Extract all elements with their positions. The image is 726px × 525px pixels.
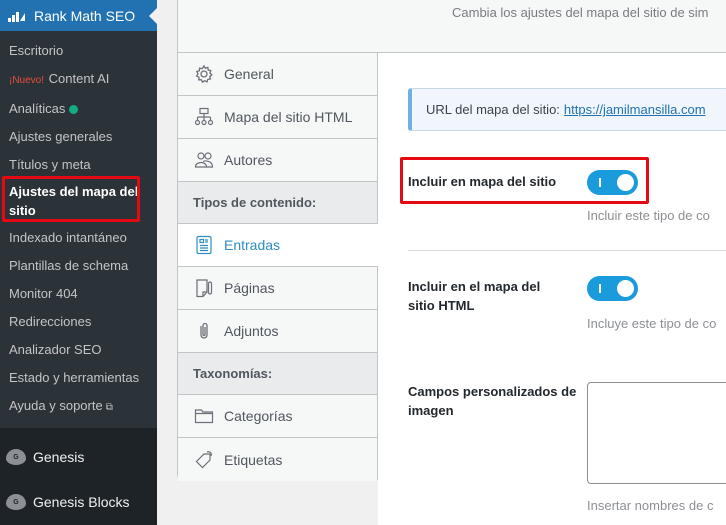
tab-label: Autores <box>224 152 273 168</box>
submenu-label: Redirecciones <box>9 314 92 329</box>
genesis-icon: G <box>6 494 26 510</box>
submenu-item-analiticas[interactable]: Analíticas <box>0 95 157 123</box>
tag-icon <box>194 450 214 470</box>
sitemap-icon <box>194 107 214 127</box>
users-icon <box>194 150 214 170</box>
paperclip-icon <box>194 321 214 341</box>
menu-item-label: Genesis <box>33 449 85 465</box>
settings-tabs: General Mapa del sitio HTML Autores Tipo… <box>177 53 378 481</box>
submenu-item-schema[interactable]: Plantillas de schema <box>0 252 157 280</box>
submenu-item-escritorio[interactable]: Escritorio <box>0 37 157 65</box>
submenu-item-analizador-seo[interactable]: Analizador SEO <box>0 336 157 364</box>
toggle-on-indicator <box>599 284 601 293</box>
settings-header: Cambia los ajustes del mapa del sitio de… <box>177 0 726 53</box>
tab-label: Adjuntos <box>224 323 279 339</box>
admin-sidebar: Rank Math SEO Escritorio ¡Nuevo! Content… <box>0 0 157 525</box>
submenu-item-estado[interactable]: Estado y herramientas <box>0 364 157 392</box>
help-image-custom-fields: Insertar nombres de c <box>587 498 714 513</box>
tab-authors[interactable]: Autores <box>178 139 377 182</box>
external-link-icon: ⧉ <box>105 402 113 413</box>
toggle-include-html-sitemap[interactable] <box>587 276 638 301</box>
menu-item-genesis[interactable]: G Genesis <box>0 437 157 477</box>
section-heading-content-types: Tipos de contenido: <box>178 182 377 224</box>
header-description: Cambia los ajustes del mapa del sitio de… <box>452 5 709 20</box>
status-dot-icon <box>69 105 79 114</box>
submenu-label: Títulos y meta <box>9 157 91 172</box>
tab-label: Mapa del sitio HTML <box>224 109 353 125</box>
tab-etiquetas[interactable]: Etiquetas <box>178 438 377 481</box>
menu-item-label: Genesis Blocks <box>33 494 130 510</box>
tab-label: General <box>224 66 274 82</box>
submenu-label: Analizador SEO <box>9 342 102 357</box>
submenu-label: Content AI <box>48 71 110 86</box>
submenu-label: Escritorio <box>9 43 64 58</box>
menu-item-label: Rank Math SEO <box>34 7 136 24</box>
sitemap-url-link[interactable]: https://jamilmansilla.com <box>564 102 706 117</box>
current-menu-arrow <box>149 8 157 24</box>
submenu-label: Ajustes del mapa del sitio <box>9 184 139 218</box>
menu-item-genesis-blocks[interactable]: G Genesis Blocks <box>0 482 157 522</box>
tab-label: Páginas <box>224 280 275 296</box>
folder-icon <box>194 406 214 426</box>
submenu-item-ajustes-mapa-sitio[interactable]: Ajustes del mapa del sitio <box>0 180 157 223</box>
submenu-item-redirecciones[interactable]: Redirecciones <box>0 308 157 336</box>
help-include-sitemap: Incluir este tipo de co <box>587 208 710 223</box>
submenu-label: Monitor 404 <box>9 286 78 301</box>
submenu-item-indexado[interactable]: Indexado intantáneo <box>0 224 157 252</box>
tab-label: Etiquetas <box>224 451 283 468</box>
tab-label: Entradas <box>224 237 281 253</box>
submenu-label: Estado y herramientas <box>9 370 140 385</box>
toggle-on-indicator <box>599 178 601 187</box>
submenu-item-titulos-meta[interactable]: Títulos y meta <box>0 151 157 179</box>
tab-entradas[interactable]: Entradas <box>178 224 378 267</box>
submenu-item-content-ai[interactable]: ¡Nuevo! Content AI <box>0 65 157 95</box>
toggle-knob <box>617 174 634 191</box>
divider <box>408 250 726 251</box>
submenu-label: Plantillas de schema <box>9 258 129 273</box>
tab-categorias[interactable]: Categorías <box>178 395 377 438</box>
image-custom-fields-textarea[interactable] <box>587 382 726 484</box>
main-area: Cambia los ajustes del mapa del sitio de… <box>157 0 726 525</box>
tab-general[interactable]: General <box>178 53 377 96</box>
submenu-label: Indexado intantáneo <box>9 230 127 245</box>
submenu-item-ajustes-generales[interactable]: Ajustes generales <box>0 123 157 151</box>
notice-label: URL del mapa del sitio: <box>426 102 560 117</box>
post-icon <box>194 235 214 255</box>
gear-icon <box>194 64 214 84</box>
tab-html-sitemap[interactable]: Mapa del sitio HTML <box>178 96 377 139</box>
field-label-include-html-sitemap: Incluir en el mapa del sitio HTML <box>408 279 541 313</box>
section-heading-taxonomies: Taxonomías: <box>178 353 377 395</box>
field-label-image-custom-fields: Campos personalizados de imagen <box>408 384 577 418</box>
rank-math-submenu: Escritorio ¡Nuevo! Content AI Analíticas… <box>0 31 157 428</box>
submenu-label: Analíticas <box>9 101 66 116</box>
tab-paginas[interactable]: Páginas <box>178 267 377 310</box>
submenu-item-monitor-404[interactable]: Monitor 404 <box>0 280 157 308</box>
new-badge: ¡Nuevo! <box>9 75 45 86</box>
tab-adjuntos[interactable]: Adjuntos <box>178 310 377 353</box>
menu-item-rank-math[interactable]: Rank Math SEO <box>0 0 157 31</box>
help-include-html-sitemap: Incluye este tipo de co <box>587 316 717 331</box>
submenu-item-ayuda[interactable]: Ayuda y soporte ⧉ <box>0 392 157 422</box>
page-icon <box>194 278 214 298</box>
submenu-label: Ajustes generales <box>9 129 113 144</box>
rank-math-logo-icon <box>8 11 25 22</box>
tab-label: Categorías <box>224 408 293 424</box>
genesis-icon: G <box>6 449 26 465</box>
sitemap-url-notice: URL del mapa del sitio: https://jamilman… <box>408 88 726 131</box>
toggle-include-sitemap[interactable] <box>587 170 638 195</box>
settings-content: URL del mapa del sitio: https://jamilman… <box>378 53 726 525</box>
toggle-knob <box>617 280 634 297</box>
field-label-include-sitemap: Incluir en mapa del sitio <box>408 174 557 189</box>
submenu-label: Ayuda y soporte <box>9 398 103 413</box>
